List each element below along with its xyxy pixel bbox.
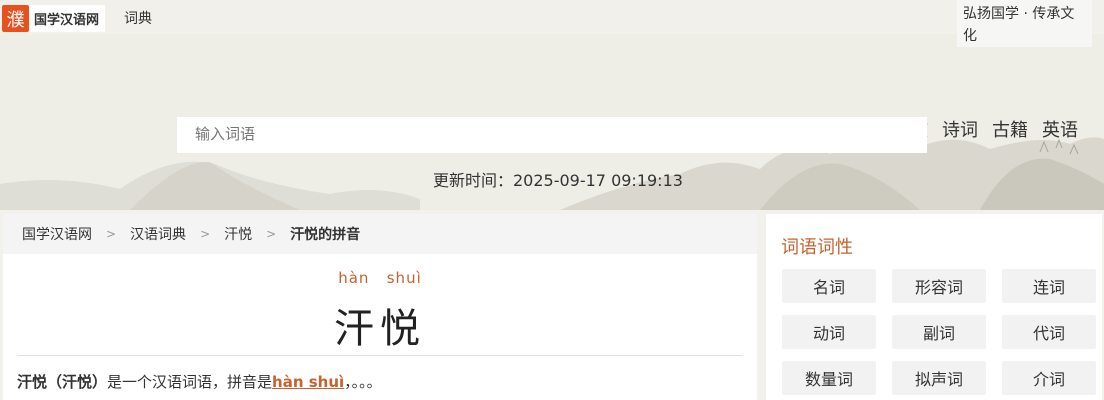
pos-conjunction[interactable]: 连词: [1002, 269, 1096, 303]
pos-numeral-classifier[interactable]: 数量词: [782, 361, 876, 395]
search-input[interactable]: [177, 117, 927, 153]
divider: [17, 355, 743, 356]
desc-word: 汗悦（汗悦）: [17, 373, 108, 391]
slogan: 弘扬国学 · 传承文化: [957, 0, 1092, 47]
site-logo[interactable]: 濮 国学汉语网: [2, 5, 106, 32]
pos-adjective[interactable]: 形容词: [892, 269, 986, 303]
nav-yingyu[interactable]: 英语: [1042, 116, 1078, 148]
breadcrumb-word[interactable]: 汗悦: [224, 224, 252, 244]
desc-pinyin-link[interactable]: hàn shuì: [272, 373, 344, 391]
pos-noun[interactable]: 名词: [782, 269, 876, 303]
breadcrumb-separator: >: [106, 227, 117, 241]
nav-shici[interactable]: 诗词: [942, 116, 978, 148]
logo-text: 国学汉语网: [34, 13, 100, 28]
logo-icon: 濮: [2, 5, 29, 32]
update-time: 更新时间：2025-09-17 09:19:13: [433, 171, 683, 190]
breadcrumb: 国学汉语网 > 汉语词典 > 汗悦 > 汗悦的拼音: [3, 214, 757, 254]
word-title: 汗悦: [334, 306, 426, 352]
pos-verb[interactable]: 动词: [782, 315, 876, 349]
pos-preposition[interactable]: 介词: [1002, 361, 1096, 395]
header-banner: 首页 字典 词典 成语 作文 诗词 古籍 英语 更新时间：2025-09-17 …: [0, 34, 1104, 210]
breadcrumb-separator: >: [200, 227, 211, 241]
pos-onomatopoeia[interactable]: 拟声词: [892, 361, 986, 395]
sidebar-pos: 词语词性 名词 形容词 连词 动词 副词 代词 数量词 拟声词 介词: [766, 214, 1102, 400]
nav-guji[interactable]: 古籍: [992, 116, 1028, 148]
breadcrumb-current: 汗悦的拼音: [290, 227, 361, 243]
desc-ending: ，。。。: [344, 373, 382, 391]
main-content: 国学汉语网 > 汉语词典 > 汗悦 > 汗悦的拼音 hàn shuì 汗悦 汗悦…: [3, 214, 757, 400]
top-bar: 濮 国学汉语网 词典: [0, 0, 1104, 34]
pos-adverb[interactable]: 副词: [892, 315, 986, 349]
breadcrumb-dictionary[interactable]: 汉语词典: [130, 224, 186, 244]
breadcrumb-separator: >: [266, 227, 277, 241]
section-label[interactable]: 词典: [124, 8, 152, 28]
breadcrumb-home[interactable]: 国学汉语网: [22, 224, 92, 244]
sidebar-title: 词语词性: [781, 237, 853, 258]
word-description: 汗悦（汗悦）是一个汉语词语，拼音是hàn shuì，。。。: [17, 371, 382, 392]
desc-text: 是一个汉语词语，拼音是: [107, 373, 273, 391]
pos-pronoun[interactable]: 代词: [1002, 315, 1096, 349]
word-pinyin: hàn shuì: [338, 269, 422, 287]
pos-grid: 名词 形容词 连词 动词 副词 代词 数量词 拟声词 介词: [782, 269, 1096, 395]
